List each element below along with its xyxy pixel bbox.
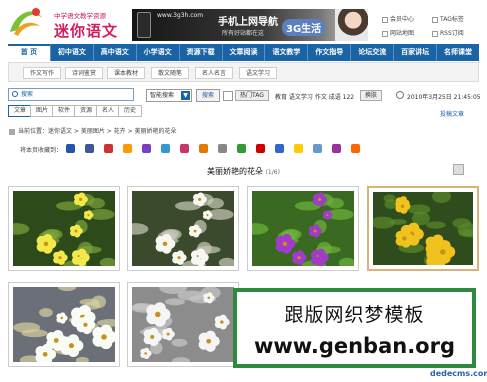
nav-item[interactable]: 论坛交流 <box>351 44 395 61</box>
banner-subline: 所有好站都在这 <box>222 30 265 37</box>
watermark-overlay: 跟版网织梦模板 www.genban.org <box>233 288 476 368</box>
nav-item[interactable]: 文章阅读 <box>223 44 266 61</box>
nav-item[interactable]: 高中语文 <box>94 44 137 61</box>
subnav-item[interactable]: 课本教材 <box>107 67 146 79</box>
nav-item[interactable]: 百家讲坛 <box>394 44 438 61</box>
ad-banner[interactable]: www.3g3h.com 手机上网导航 所有好站都在这 3G生活 <box>132 9 368 41</box>
purple-orchids-photo <box>252 191 354 266</box>
nav-item[interactable]: 小学语文 <box>137 44 180 61</box>
share-site-icon[interactable] <box>275 144 284 153</box>
gallery-count: (1/6) <box>265 169 280 176</box>
date-time: 2010年3月25日 21:45:05 <box>407 94 481 101</box>
logo-swirl-icon <box>10 8 42 36</box>
banner-photo <box>335 9 368 41</box>
advanced-search-icon[interactable] <box>223 91 233 101</box>
white-lilies-photo <box>132 287 234 362</box>
share-site-icon[interactable] <box>104 144 113 153</box>
site-logo[interactable]: 中学语文教学资源 迷你语文 <box>6 4 118 40</box>
share-site-icon[interactable] <box>180 144 189 153</box>
watermark-title: 跟版网织梦模板 <box>284 304 425 326</box>
gallery-photo-1[interactable] <box>8 186 120 271</box>
home-icon <box>9 129 15 135</box>
subnav-item[interactable]: 诗词鉴赏 <box>65 67 104 79</box>
white-phalaenopsis-photo <box>13 287 115 362</box>
rss-icon <box>432 30 438 37</box>
user-icon <box>382 16 388 23</box>
skin-switch-button[interactable]: 换肤 <box>360 90 383 101</box>
chevron-down-icon: ▼ <box>181 91 190 100</box>
gallery-photo-5[interactable] <box>8 282 120 367</box>
hot-words[interactable]: 教育 语文学习 作文 成语 122 <box>275 92 354 101</box>
search-type-select[interactable]: 智能搜索 ▼ <box>146 89 192 102</box>
watermark-url: www.genban.org <box>253 334 455 358</box>
phone-icon <box>137 12 151 38</box>
search-tab[interactable]: 软件 <box>52 105 77 117</box>
share-site-icon[interactable] <box>332 144 341 153</box>
clock-icon <box>396 91 404 99</box>
search-tab[interactable]: 资源 <box>74 105 99 117</box>
subnav-item[interactable]: 作文写作 <box>23 67 62 79</box>
nav-item[interactable]: 初中语文 <box>51 44 94 61</box>
nav-item[interactable]: 作文指导 <box>308 44 352 61</box>
main-nav: 首 页 初中语文 高中语文 小学语文 资源下载 文章阅读 语文教学 作文指导 论… <box>8 44 479 61</box>
white-blossoms-photo <box>132 191 234 266</box>
gallery-photo-4[interactable] <box>367 186 479 271</box>
yellow-orchids-photo <box>13 191 115 266</box>
yellow-small-flowers-photo <box>373 192 473 265</box>
nav-item-home[interactable]: 首 页 <box>8 44 51 61</box>
logo-name: 迷你语文 <box>54 22 119 40</box>
share-site-icon[interactable] <box>161 144 170 153</box>
toplink-sitemap[interactable]: 网站地图 <box>382 28 414 37</box>
share-site-icon[interactable] <box>199 144 208 153</box>
toplink-rss[interactable]: RSS订阅 <box>432 28 464 37</box>
share-site-icon[interactable] <box>85 144 94 153</box>
logo-tagline: 中学语文教学资源 <box>54 12 106 20</box>
share-site-icon[interactable] <box>256 144 265 153</box>
subnav-item[interactable]: 散文随笔 <box>151 67 190 79</box>
share-site-icon[interactable] <box>218 144 227 153</box>
banner-headline: 手机上网导航 <box>218 17 278 28</box>
banner-badge: 3G生活 <box>282 19 326 36</box>
share-label: 将本页收藏到： <box>20 147 63 154</box>
nav-item[interactable]: 资源下载 <box>180 44 223 61</box>
subnav-item[interactable]: 语文学习 <box>239 67 278 79</box>
search-button[interactable]: 搜索 <box>196 89 220 102</box>
search-bar: 搜索 文章 图片 软件 资源 名人 历史 智能搜索 ▼ 搜索 热门TAG 教育 … <box>8 86 481 122</box>
sub-nav: 作文写作 诗词鉴赏 课本教材 散文随笔 名人名言 语文学习 <box>8 62 479 82</box>
hot-tag-button[interactable]: 热门TAG <box>235 90 269 101</box>
nav-item[interactable]: 语文教学 <box>265 44 309 61</box>
toplink-tag[interactable]: TAG标签 <box>432 14 464 23</box>
share-site-icon[interactable] <box>237 144 246 153</box>
gallery-photo-2[interactable] <box>127 186 239 271</box>
gallery-photo-6[interactable] <box>127 282 239 367</box>
breadcrumb: 当前位置：迷你语文 > 美丽图片 > 花卉 > 美丽娇艳的花朵 <box>8 126 479 138</box>
share-site-icon[interactable] <box>66 144 75 153</box>
toplink-member[interactable]: 会员中心 <box>382 14 414 23</box>
share-bar: 将本页收藏到： <box>8 142 479 156</box>
nav-item[interactable]: 名师课堂 <box>437 44 479 61</box>
search-input[interactable]: 搜索 <box>8 88 134 101</box>
gallery-photo-3[interactable] <box>247 186 359 271</box>
footer-mark: dedecms.com <box>430 369 487 378</box>
search-tab[interactable]: 文章 <box>8 105 33 117</box>
banner-url: www.3g3h.com <box>157 12 204 19</box>
share-site-icon[interactable] <box>142 144 151 153</box>
submit-article-link[interactable]: 投稿文章 <box>440 109 464 118</box>
tag-icon <box>432 16 438 23</box>
share-site-icon[interactable] <box>123 144 132 153</box>
share-site-icon[interactable] <box>294 144 303 153</box>
subnav-item[interactable]: 名人名言 <box>195 67 234 79</box>
sitemap-icon <box>382 30 388 37</box>
share-site-icon[interactable] <box>351 144 360 153</box>
gallery-title: 美丽娇艳的花朵 (1/6) <box>207 167 280 176</box>
search-icon <box>12 91 18 97</box>
search-tab[interactable]: 历史 <box>118 105 143 117</box>
share-site-icon[interactable] <box>313 144 322 153</box>
search-tab[interactable]: 图片 <box>30 105 55 117</box>
slideshow-icon[interactable] <box>453 164 464 175</box>
search-tab[interactable]: 名人 <box>96 105 121 117</box>
